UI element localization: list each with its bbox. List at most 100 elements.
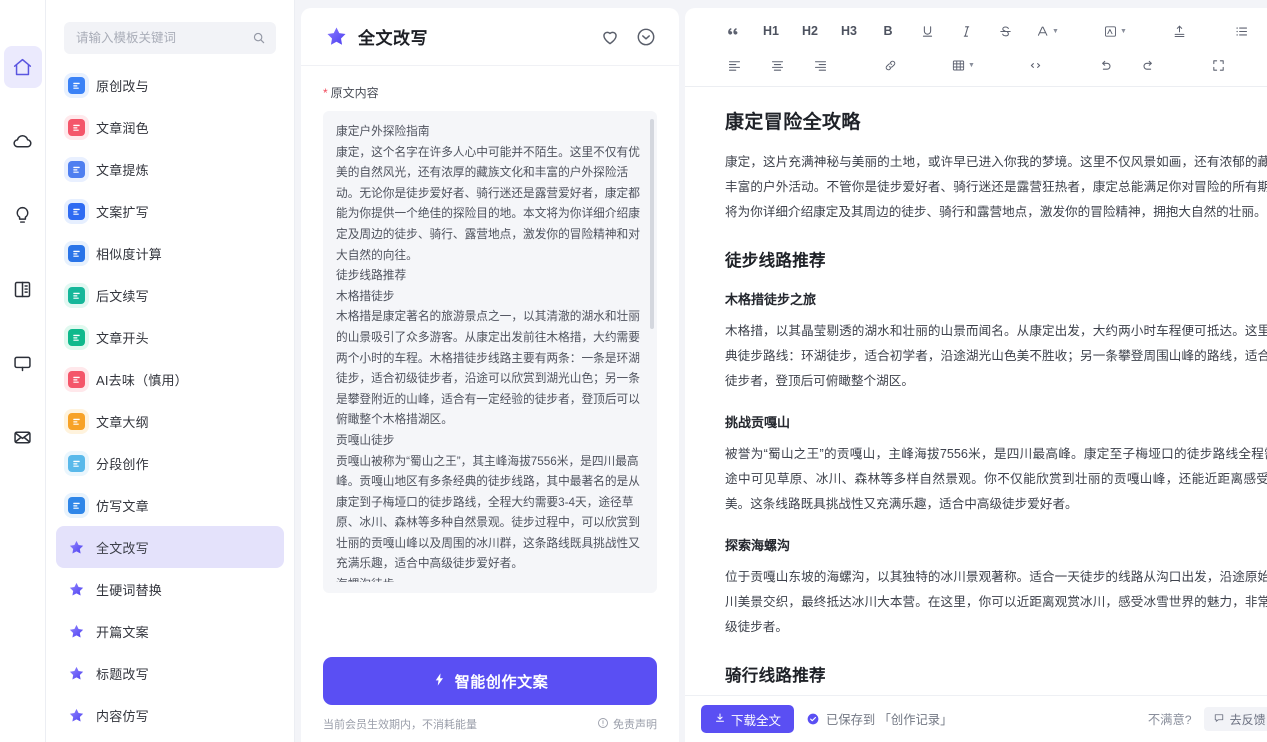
original-content-textarea[interactable]: 康定户外探险指南 康定，这个名字在许多人心中可能并不陌生。这里不仅有优美的自然风… xyxy=(336,122,653,582)
doc-title: 康定冒险全攻略 xyxy=(725,112,861,133)
sidebar-item-label: 仿写文章 xyxy=(96,498,149,514)
sidebar-item-label: 文案扩写 xyxy=(96,204,149,220)
sidebar-item-3[interactable]: 文章提炼 xyxy=(56,148,284,190)
doc-subheading-gongga: 挑战贡嘎山 xyxy=(725,415,791,430)
doc-paragraph-gongga: 被誉为“蜀山之王”的贡嘎山，主峰海拔7556米，是四川最高峰。康定至子梅垭口的徒… xyxy=(725,447,1267,511)
sidebar-item-7[interactable]: 文章开头 xyxy=(56,316,284,358)
sidebar-item-label: 生硬词替换 xyxy=(96,582,163,598)
doc-heading-hiking: 徒步线路推荐 xyxy=(725,252,826,270)
similar-blue-icon xyxy=(68,244,85,262)
form-footer: 智能创作文案 当前会员生效期内，不消耗能量 免责声明 xyxy=(301,643,679,742)
table-button[interactable]: ▼ xyxy=(945,51,981,79)
field-label-text: 原文内容 xyxy=(330,86,379,100)
heading-3-button[interactable]: H3 xyxy=(834,17,864,45)
redo-button[interactable] xyxy=(1134,51,1164,79)
bullet-list-button[interactable] xyxy=(1227,17,1257,45)
sidebar-item-1[interactable]: 原创改与 xyxy=(56,64,284,106)
textarea-scrollbar[interactable] xyxy=(650,119,654,329)
sidebar-item-8[interactable]: AI去味（慎用） xyxy=(56,358,284,400)
feedback-button[interactable]: 去反馈 xyxy=(1203,707,1267,731)
sidebar-item-13[interactable]: 生硬词替换 xyxy=(56,568,284,610)
font-color-button[interactable]: ▼ xyxy=(1029,17,1065,45)
strikethrough-button[interactable] xyxy=(990,17,1020,45)
bold-button[interactable]: B xyxy=(873,17,903,45)
sidebar-item-9[interactable]: 文章大纲 xyxy=(56,400,284,442)
star-purple-icon xyxy=(68,707,85,724)
fullscreen-button[interactable] xyxy=(1204,51,1234,79)
sidebar-item-label: 文章大纲 xyxy=(96,414,149,430)
download-button[interactable]: 下载全文 xyxy=(701,705,795,733)
heading-2-button[interactable]: H2 xyxy=(795,17,825,45)
clear-format-button[interactable] xyxy=(1165,17,1195,45)
disclaimer-link[interactable]: 免责声明 xyxy=(597,716,657,732)
sidebar-item-4[interactable]: 文案扩写 xyxy=(56,190,284,232)
editor-statusbar: 下载全文 已保存到 「创作记录」 不满意? 去反馈 字数：1937 xyxy=(685,695,1267,742)
rail-item-display[interactable] xyxy=(4,342,42,384)
quote-icon[interactable] xyxy=(717,17,747,45)
undo-button[interactable] xyxy=(1091,51,1121,79)
info-circle-icon xyxy=(597,717,609,732)
history-clock-icon[interactable] xyxy=(635,26,657,48)
template-sidebar: 原创改与文章润色文章提炼文案扩写相似度计算后文续写文章开头 AI去味（慎用） 文章大… xyxy=(46,0,295,742)
doc-blue-icon xyxy=(68,76,85,94)
sidebar-item-label: 文章润色 xyxy=(96,120,149,136)
rail-item-inspiration[interactable] xyxy=(4,194,42,236)
align-center-button[interactable] xyxy=(762,51,792,79)
original-content-textarea-wrapper[interactable]: 康定户外探险指南 康定，这个名字在许多人心中可能并不陌生。这里不仅有优美的自然风… xyxy=(323,111,657,593)
sidebar-item-2[interactable]: 文章润色 xyxy=(56,106,284,148)
doc-subheading-hailuogou: 探索海螺沟 xyxy=(725,538,791,553)
align-left-button[interactable] xyxy=(719,51,749,79)
favorite-heart-icon[interactable] xyxy=(599,26,621,48)
disclaimer-label: 免责声明 xyxy=(613,719,657,731)
heading-1-button[interactable]: H1 xyxy=(756,17,786,45)
generate-button[interactable]: 智能创作文案 xyxy=(323,657,657,705)
sidebar-item-12[interactable]: 全文改写 xyxy=(56,526,284,568)
document-content[interactable]: 康定冒险全攻略 康定，这片充满神秘与美丽的土地，或许早已进入你我的梦境。这里不仅… xyxy=(685,87,1267,695)
form-panel: 全文改写 * 原文内容 康定户外探险指南 康定，这个名字在许多人心中可能并不陌生。… xyxy=(295,0,685,742)
sidebar-item-label: 全文改写 xyxy=(96,540,149,556)
sidebar-item-11[interactable]: 仿写文章 xyxy=(56,484,284,526)
underline-button[interactable] xyxy=(912,17,942,45)
template-list: 原创改与文章润色文章提炼文案扩写相似度计算 后文续写文章开头 AI去味（慎用） 文章大… xyxy=(46,62,294,742)
rail-item-messages[interactable] xyxy=(4,416,42,458)
sidebar-item-label: 原创改与 xyxy=(96,78,149,94)
sidebar-item-10[interactable]: 分段创作 xyxy=(56,442,284,484)
document-scroll-area[interactable]: 康定冒险全攻略 康定，这片充满神秘与美丽的土地，或许早已进入你我的梦境。这里不仅… xyxy=(685,87,1267,695)
save-status-label: 已保存到 「创作记录」 xyxy=(826,713,953,727)
search-input[interactable] xyxy=(76,31,252,45)
sidebar-item-label: 内容仿写 xyxy=(96,708,149,724)
segment-cyan-icon xyxy=(68,454,85,472)
footer-note-row: 当前会员生效期内，不消耗能量 免责声明 xyxy=(323,716,657,732)
lightbulb-icon xyxy=(12,205,33,226)
toolbar-row-2: ▼ xyxy=(717,48,1267,82)
monitor-icon xyxy=(12,353,33,374)
star-purple-icon xyxy=(68,581,85,598)
sidebar-item-label: 文章开头 xyxy=(96,330,149,346)
form-card: 全文改写 * 原文内容 康定户外探险指南 康定，这个名字在许多人心中可能并不陌生。… xyxy=(301,8,679,742)
rail-item-home[interactable] xyxy=(3,46,42,88)
sidebar-item-5[interactable]: 相似度计算 xyxy=(56,232,284,274)
download-icon xyxy=(714,712,726,727)
outline-orange-icon xyxy=(68,412,85,430)
feedback-button-label: 去反馈 xyxy=(1229,712,1266,727)
sidebar-item-label: 分段创作 xyxy=(96,456,149,472)
search-box[interactable] xyxy=(64,22,276,54)
align-right-button[interactable] xyxy=(805,51,835,79)
cloud-icon xyxy=(12,131,33,152)
check-circle-icon xyxy=(806,712,820,726)
search-icon[interactable] xyxy=(252,31,266,45)
sidebar-item-14[interactable]: 开篇文案 xyxy=(56,610,284,652)
sidebar-item-16[interactable]: 内容仿写 xyxy=(56,694,284,736)
sidebar-item-6[interactable]: 后文续写 xyxy=(56,274,284,316)
sidebar-item-label: 开篇文案 xyxy=(96,624,149,640)
sidebar-item-label: 标题改写 xyxy=(96,666,149,682)
rail-item-cloud[interactable] xyxy=(4,120,42,162)
page-title: 全文改写 xyxy=(358,29,428,48)
link-button[interactable] xyxy=(875,51,905,79)
toolbar-row-1: H1 H2 H3 B ▼ ▼ xyxy=(717,14,1267,48)
italic-button[interactable] xyxy=(951,17,981,45)
code-button[interactable] xyxy=(1021,51,1051,79)
highlight-color-button[interactable]: ▼ xyxy=(1097,17,1133,45)
rail-item-library[interactable] xyxy=(4,268,42,310)
sidebar-item-15[interactable]: 标题改写 xyxy=(56,652,284,694)
